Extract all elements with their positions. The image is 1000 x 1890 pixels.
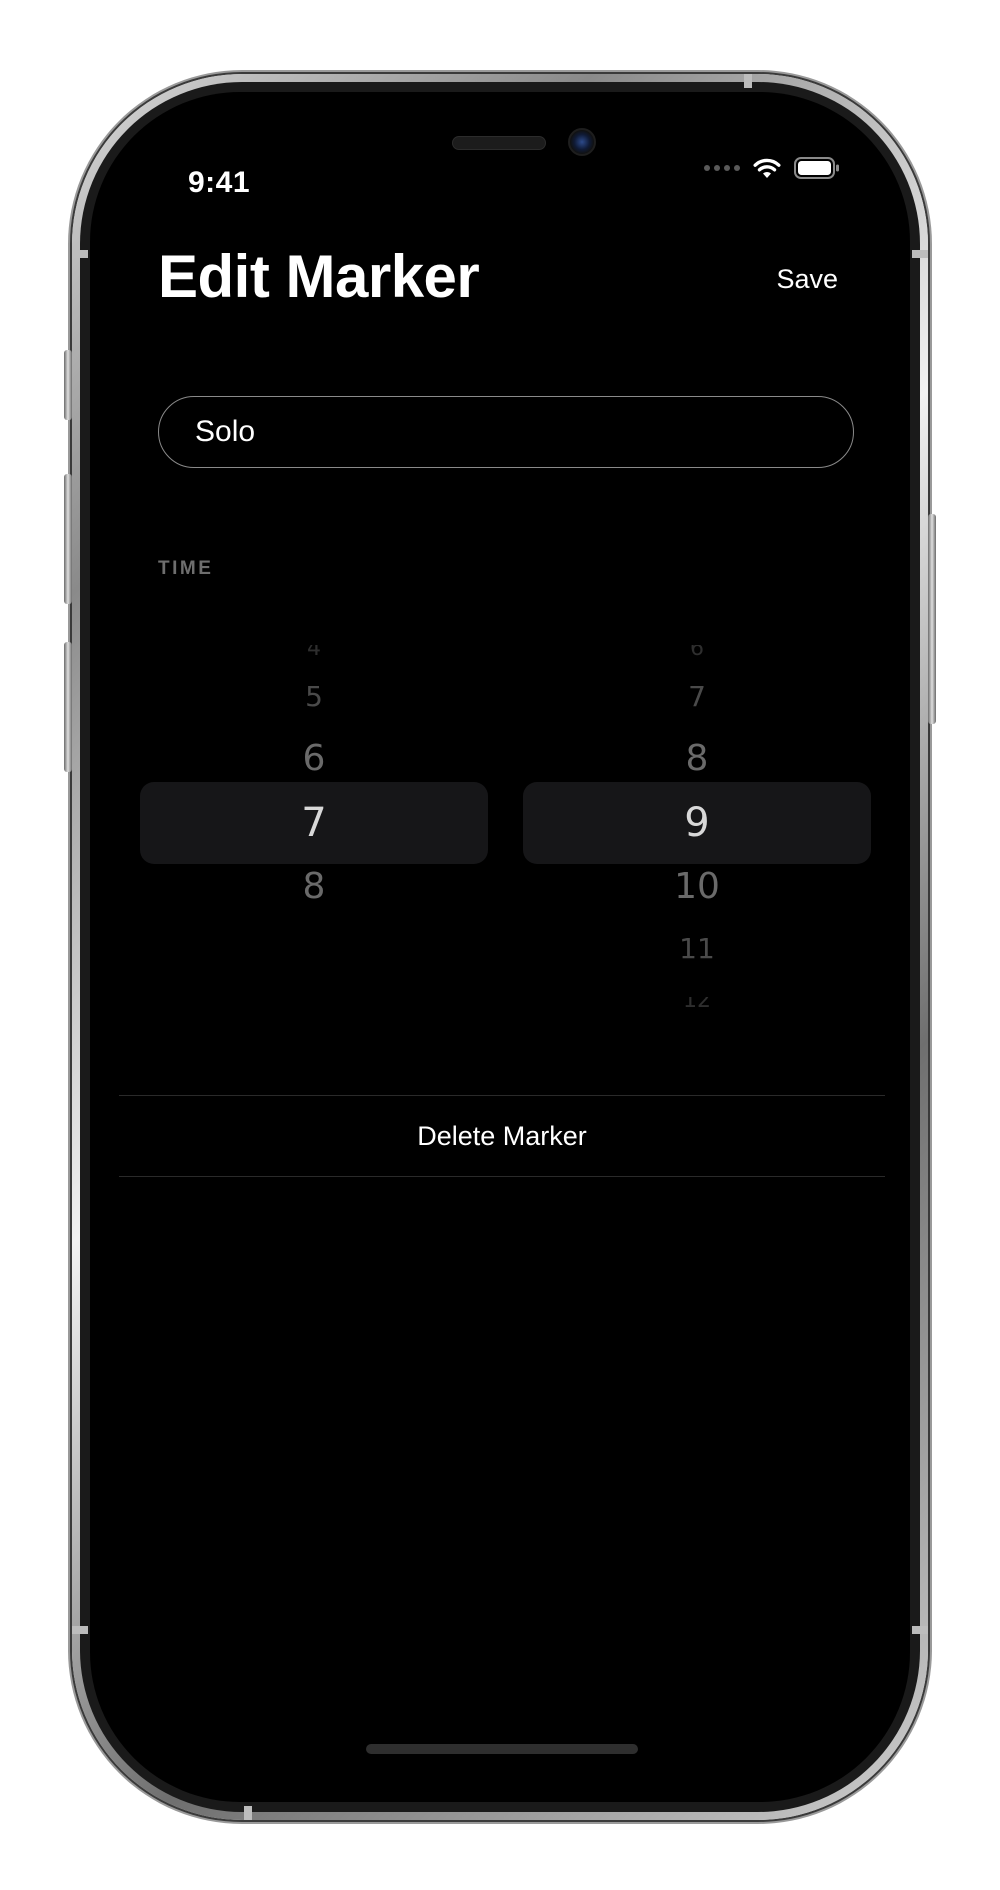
marker-name-input[interactable] [158, 396, 854, 468]
antenna-band [72, 250, 88, 258]
status-time: 9:41 [188, 166, 251, 199]
antenna-band [244, 1806, 252, 1820]
minute-picker-item-option[interactable]: 11 [523, 932, 871, 966]
minute-picker-item-option[interactable]: 10 [523, 865, 871, 908]
earpiece-speaker [452, 136, 546, 150]
minute-picker[interactable]: 6 7 8 9 10 11 12 [523, 622, 871, 1009]
save-button[interactable]: Save [776, 264, 838, 295]
cellular-signal-icon [704, 165, 740, 171]
hour-picker-item-option[interactable]: 8 [140, 865, 488, 908]
volume-down-button [64, 642, 72, 772]
antenna-band [912, 250, 928, 258]
phone-frame: 9:41 Edit Marker Save TIME [64, 74, 936, 1820]
minute-picker-item-option[interactable]: 8 [523, 737, 871, 780]
screen: 9:41 Edit Marker Save TIME [90, 92, 910, 1802]
hour-picker[interactable]: 4 5 6 7 8 [140, 622, 488, 982]
minute-picker-item-option[interactable]: 12 [523, 997, 871, 1009]
wifi-icon [753, 158, 781, 178]
antenna-band [912, 1626, 928, 1634]
front-camera [568, 128, 596, 156]
mute-switch [64, 350, 72, 420]
divider [119, 1176, 885, 1177]
power-button [928, 514, 936, 724]
battery-icon [794, 157, 839, 179]
delete-marker-button[interactable]: Delete Marker [119, 1096, 885, 1176]
volume-up-button [64, 474, 72, 604]
home-indicator [366, 1744, 638, 1754]
hour-picker-item-option[interactable]: 4 [140, 645, 488, 657]
antenna-band [72, 1626, 88, 1634]
page-title: Edit Marker [158, 243, 480, 310]
hour-picker-item-option[interactable]: 5 [140, 680, 488, 714]
status-icons [704, 156, 840, 180]
hour-picker-item-selected[interactable]: 7 [140, 799, 488, 847]
minute-picker-item-option[interactable]: 6 [523, 645, 871, 657]
time-section-label: TIME [158, 558, 214, 579]
antenna-band [744, 74, 752, 88]
minute-picker-item-selected[interactable]: 9 [523, 799, 871, 847]
hour-picker-item-option[interactable]: 6 [140, 737, 488, 780]
minute-picker-item-option[interactable]: 7 [523, 680, 871, 714]
